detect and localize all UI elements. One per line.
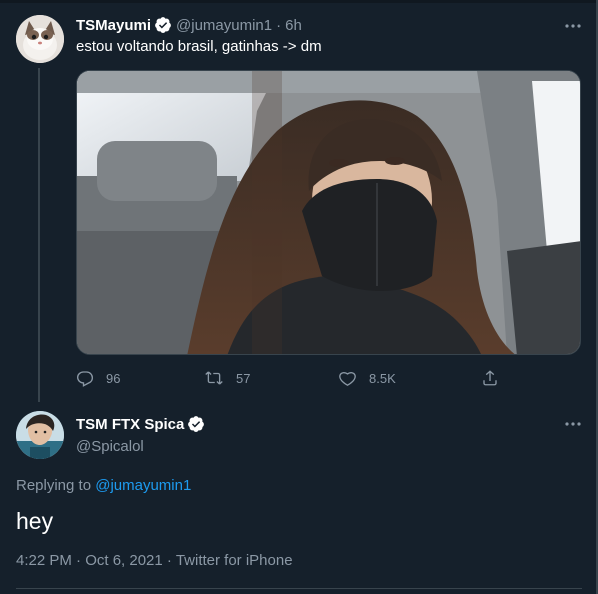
- selfie-photo-image: [77, 71, 580, 354]
- reply-meta: 4:22 PM · Oct 6, 2021 · Twitter for iPho…: [16, 552, 293, 569]
- reply-handle[interactable]: @Spicalol: [76, 438, 144, 455]
- cat-avatar-icon: [16, 15, 64, 63]
- reply-author-row: TSM FTX Spica: [76, 414, 205, 434]
- replying-to-link[interactable]: @jumayumin1: [95, 477, 191, 494]
- author-handle[interactable]: @jumayumin1: [176, 17, 272, 34]
- heart-icon: [339, 372, 356, 386]
- author-display-name[interactable]: TSMayumi: [76, 17, 151, 34]
- reply-icon: [76, 371, 94, 387]
- replying-to-line: Replying to @jumayumin1: [16, 477, 191, 494]
- meta-separator-dot: ·: [166, 552, 172, 569]
- like-count: 8.5K: [369, 370, 396, 386]
- reply-display-name[interactable]: TSM FTX Spica: [76, 416, 184, 433]
- reply-text: hey: [16, 508, 54, 534]
- avatar-spica[interactable]: [16, 411, 64, 459]
- verified-badge-icon: [187, 415, 205, 433]
- share-action[interactable]: [481, 366, 499, 390]
- tweet-text: estou voltando brasil, gatinhas -> dm: [76, 38, 322, 55]
- reply-source[interactable]: Twitter for iPhone: [176, 552, 293, 569]
- top-border: [0, 0, 598, 3]
- retweet-icon: [205, 371, 223, 385]
- more-options-icon[interactable]: [561, 414, 585, 434]
- tweet-action-bar: 96 57 8.5K: [76, 366, 506, 390]
- bottom-divider: [16, 588, 582, 589]
- reply-count: 96: [106, 370, 121, 386]
- replying-to-label: Replying to: [16, 477, 92, 494]
- tweet-photo[interactable]: [76, 70, 581, 355]
- like-action[interactable]: 8.5K: [338, 366, 396, 390]
- player-avatar-icon: [16, 411, 64, 459]
- reply-date[interactable]: 4:22 PM · Oct 6, 2021: [16, 552, 163, 569]
- separator-dot: ·: [276, 16, 282, 34]
- thread-connector-line: [38, 68, 40, 402]
- retweet-count: 57: [236, 370, 251, 386]
- reply-action[interactable]: 96: [76, 366, 120, 390]
- share-icon: [483, 370, 497, 386]
- retweet-action[interactable]: 57: [204, 366, 250, 390]
- tweet-author-row: TSMayumi @jumayumin1 · 6h: [76, 15, 302, 35]
- more-options-icon[interactable]: [561, 16, 585, 36]
- verified-badge-icon: [154, 16, 172, 34]
- tweet-timestamp[interactable]: 6h: [285, 17, 302, 34]
- avatar-tsmayumi[interactable]: [16, 15, 64, 63]
